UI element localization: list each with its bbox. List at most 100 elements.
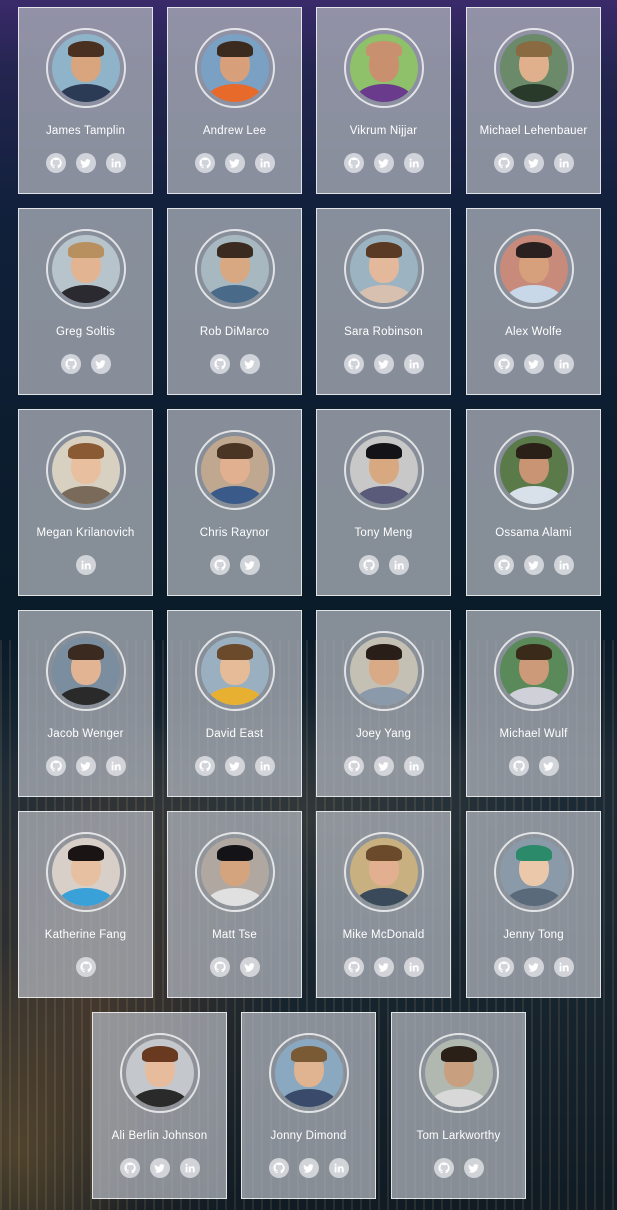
team-member-card: Andrew Lee <box>167 7 302 194</box>
avatar-ring <box>269 1033 349 1113</box>
twitter-icon[interactable] <box>239 957 260 977</box>
github-icon[interactable] <box>493 153 514 173</box>
linkedin-icon[interactable] <box>403 756 424 776</box>
linkedin-icon[interactable] <box>403 957 424 977</box>
github-icon[interactable] <box>508 756 529 776</box>
member-name: Greg Soltis <box>55 326 116 338</box>
social-links <box>168 354 301 374</box>
github-icon[interactable] <box>45 153 66 173</box>
github-icon[interactable] <box>209 354 230 374</box>
twitter-icon[interactable] <box>298 1158 319 1178</box>
team-member-card: Ali Berlin Johnson <box>92 1012 227 1199</box>
member-name: Michael Wulf <box>499 728 568 740</box>
twitter-icon[interactable] <box>75 153 96 173</box>
member-name: Tom Larkworthy <box>416 1130 501 1142</box>
social-links <box>242 1158 375 1178</box>
team-member-card: Joey Yang <box>316 610 451 797</box>
linkedin-icon[interactable] <box>105 153 126 173</box>
linkedin-icon[interactable] <box>553 354 574 374</box>
linkedin-icon[interactable] <box>388 555 409 575</box>
github-icon[interactable] <box>45 756 66 776</box>
member-name: Ali Berlin Johnson <box>111 1130 208 1142</box>
linkedin-icon[interactable] <box>254 756 275 776</box>
avatar <box>126 1039 194 1107</box>
social-links <box>317 756 450 776</box>
team-member-card: Katherine Fang <box>18 811 153 998</box>
twitter-icon[interactable] <box>224 756 245 776</box>
social-links <box>317 153 450 173</box>
avatar <box>52 838 120 906</box>
twitter-icon[interactable] <box>523 957 544 977</box>
avatar-ring <box>46 28 126 108</box>
github-icon[interactable] <box>268 1158 289 1178</box>
social-links <box>467 153 600 173</box>
team-member-card: Jonny Dimond <box>241 1012 376 1199</box>
github-icon[interactable] <box>343 153 364 173</box>
twitter-icon[interactable] <box>523 555 544 575</box>
twitter-icon[interactable] <box>239 555 260 575</box>
member-name: Ossama Alami <box>495 527 572 539</box>
github-icon[interactable] <box>343 957 364 977</box>
twitter-icon[interactable] <box>373 756 394 776</box>
team-member-card: Tony Meng <box>316 409 451 596</box>
twitter-icon[interactable] <box>538 756 559 776</box>
twitter-icon[interactable] <box>523 153 544 173</box>
member-name: Jenny Tong <box>503 929 564 941</box>
avatar <box>350 436 418 504</box>
github-icon[interactable] <box>194 153 215 173</box>
avatar-ring <box>344 832 424 912</box>
social-links <box>467 756 600 776</box>
twitter-icon[interactable] <box>373 957 394 977</box>
github-icon[interactable] <box>119 1158 140 1178</box>
twitter-icon[interactable] <box>224 153 245 173</box>
avatar-ring <box>494 832 574 912</box>
github-icon[interactable] <box>433 1158 454 1178</box>
linkedin-icon[interactable] <box>553 153 574 173</box>
github-icon[interactable] <box>493 555 514 575</box>
linkedin-icon[interactable] <box>328 1158 349 1178</box>
avatar <box>500 235 568 303</box>
twitter-icon[interactable] <box>90 354 111 374</box>
member-name: Jacob Wenger <box>47 728 124 740</box>
github-icon[interactable] <box>343 354 364 374</box>
github-icon[interactable] <box>493 957 514 977</box>
linkedin-icon[interactable] <box>254 153 275 173</box>
avatar <box>425 1039 493 1107</box>
social-links <box>317 957 450 977</box>
avatar <box>500 34 568 102</box>
avatar <box>52 34 120 102</box>
team-member-card: Alex Wolfe <box>466 208 601 395</box>
team-member-card: Greg Soltis <box>18 208 153 395</box>
avatar <box>500 637 568 705</box>
linkedin-icon[interactable] <box>179 1158 200 1178</box>
linkedin-icon[interactable] <box>553 555 574 575</box>
twitter-icon[interactable] <box>149 1158 170 1178</box>
twitter-icon[interactable] <box>523 354 544 374</box>
twitter-icon[interactable] <box>239 354 260 374</box>
github-icon[interactable] <box>194 756 215 776</box>
avatar-ring <box>419 1033 499 1113</box>
team-member-card: Megan Krilanovich <box>18 409 153 596</box>
linkedin-icon[interactable] <box>105 756 126 776</box>
linkedin-icon[interactable] <box>75 555 96 575</box>
github-icon[interactable] <box>493 354 514 374</box>
github-icon[interactable] <box>358 555 379 575</box>
avatar <box>500 436 568 504</box>
github-icon[interactable] <box>343 756 364 776</box>
github-icon[interactable] <box>60 354 81 374</box>
team-member-card: Matt Tse <box>167 811 302 998</box>
github-icon[interactable] <box>209 555 230 575</box>
linkedin-icon[interactable] <box>553 957 574 977</box>
github-icon[interactable] <box>209 957 230 977</box>
github-icon[interactable] <box>75 957 96 977</box>
team-member-card: Ossama Alami <box>466 409 601 596</box>
member-name: Sara Robinson <box>344 326 423 338</box>
avatar <box>201 436 269 504</box>
social-links <box>19 756 152 776</box>
twitter-icon[interactable] <box>373 354 394 374</box>
twitter-icon[interactable] <box>373 153 394 173</box>
twitter-icon[interactable] <box>463 1158 484 1178</box>
twitter-icon[interactable] <box>75 756 96 776</box>
linkedin-icon[interactable] <box>403 354 424 374</box>
linkedin-icon[interactable] <box>403 153 424 173</box>
